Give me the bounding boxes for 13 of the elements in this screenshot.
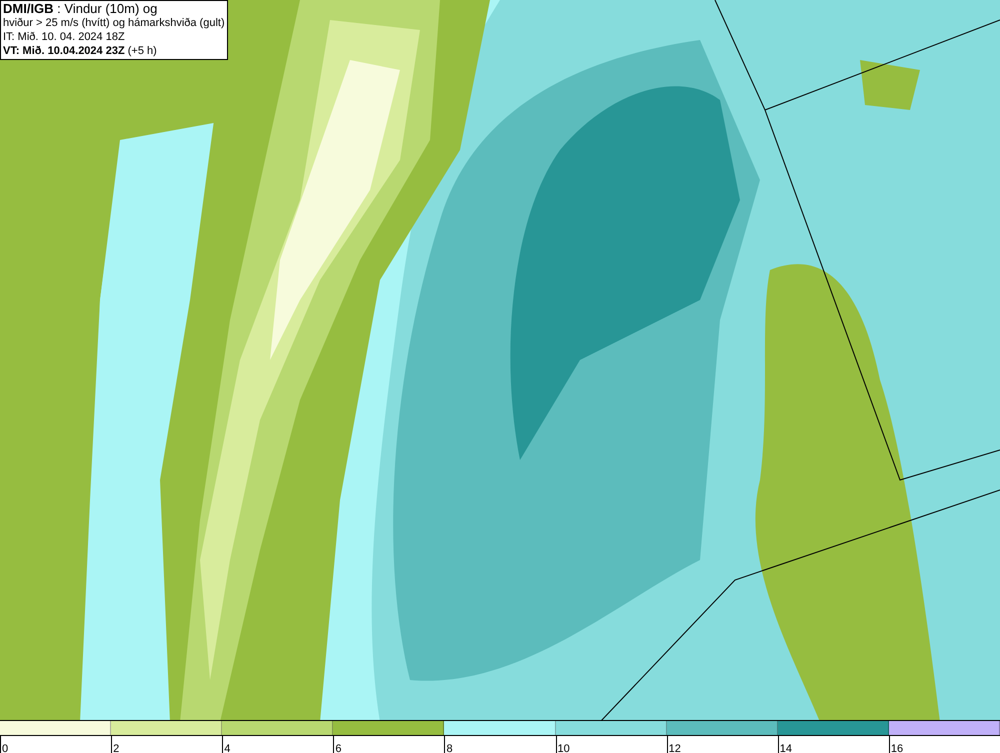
scale-tick-label: 12: [668, 743, 681, 753]
scale-tick-label: 4: [223, 743, 230, 753]
scale-tick-label: 6: [334, 743, 342, 753]
scale-tick-label: 2: [112, 743, 120, 753]
scale-tick-label: 14: [778, 743, 792, 753]
scale-tick-label: 0: [1, 743, 8, 753]
scale-tick-label: 16: [890, 743, 904, 753]
title-line: hviður > 25 m/s (hvítt) og hámarkshviða (gult): [3, 16, 225, 30]
title-line: DMI/IGB : Vindur (10m) og: [3, 2, 158, 16]
scale-tick-label: 8: [445, 743, 453, 753]
scale-tick-label: 10: [556, 743, 570, 753]
title-line: IT: Mið. 10. 04. 2024 18Z: [3, 30, 126, 44]
title-line: VT: Mið. 10.04.2024 23Z (+5 h): [3, 44, 158, 58]
